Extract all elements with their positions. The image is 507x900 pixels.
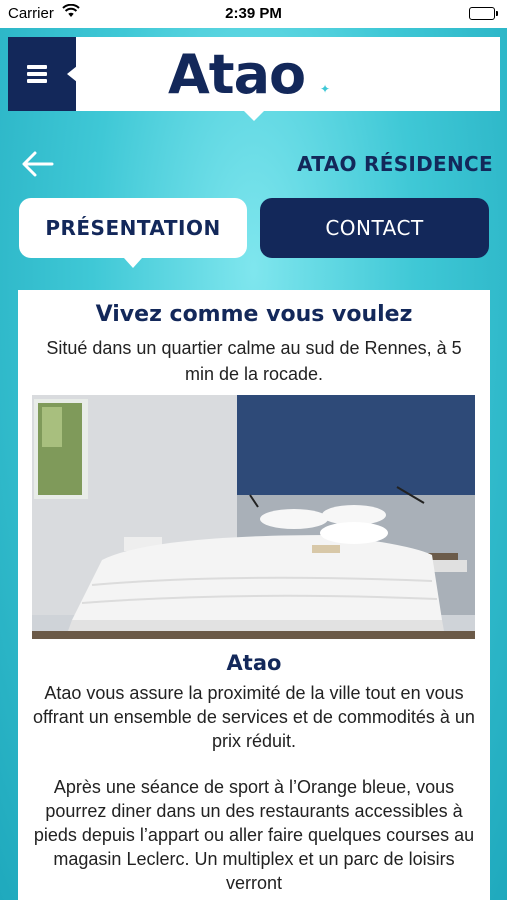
tab-presentation[interactable]: PRÉSENTATION: [19, 198, 247, 268]
app-header: Atao ✦: [8, 37, 500, 121]
tab-contact[interactable]: CONTACT: [260, 198, 489, 258]
back-button[interactable]: [22, 150, 54, 178]
description-paragraph-1: Atao vous assure la proximité de la vill…: [33, 683, 475, 751]
back-arrow-icon: [22, 151, 54, 177]
content-subtitle: Situé dans un quartier calme au sud de R…: [46, 338, 462, 384]
status-bar: Carrier 2:39 PM: [0, 0, 507, 28]
page-title: ATAO RÉSIDENCE: [297, 152, 493, 176]
bedroom-photo: [32, 395, 475, 639]
description-paragraph-2: Après une séance de sport à l’Orange ble…: [33, 777, 475, 893]
menu-button[interactable]: [8, 37, 77, 111]
atao-logo: Atao ✦: [168, 45, 348, 105]
star-icon: ✦: [320, 82, 330, 96]
hamburger-icon: [27, 65, 47, 83]
logo-text: Atao: [168, 43, 306, 106]
section-title: Atao: [226, 651, 282, 675]
battery-icon: [469, 7, 498, 20]
content-card: Vivez comme vous voulez Situé dans un qu…: [18, 290, 490, 900]
clock: 2:39 PM: [225, 5, 282, 22]
content-heading: Vivez comme vous voulez: [95, 302, 413, 327]
header-pointer: [244, 111, 264, 121]
